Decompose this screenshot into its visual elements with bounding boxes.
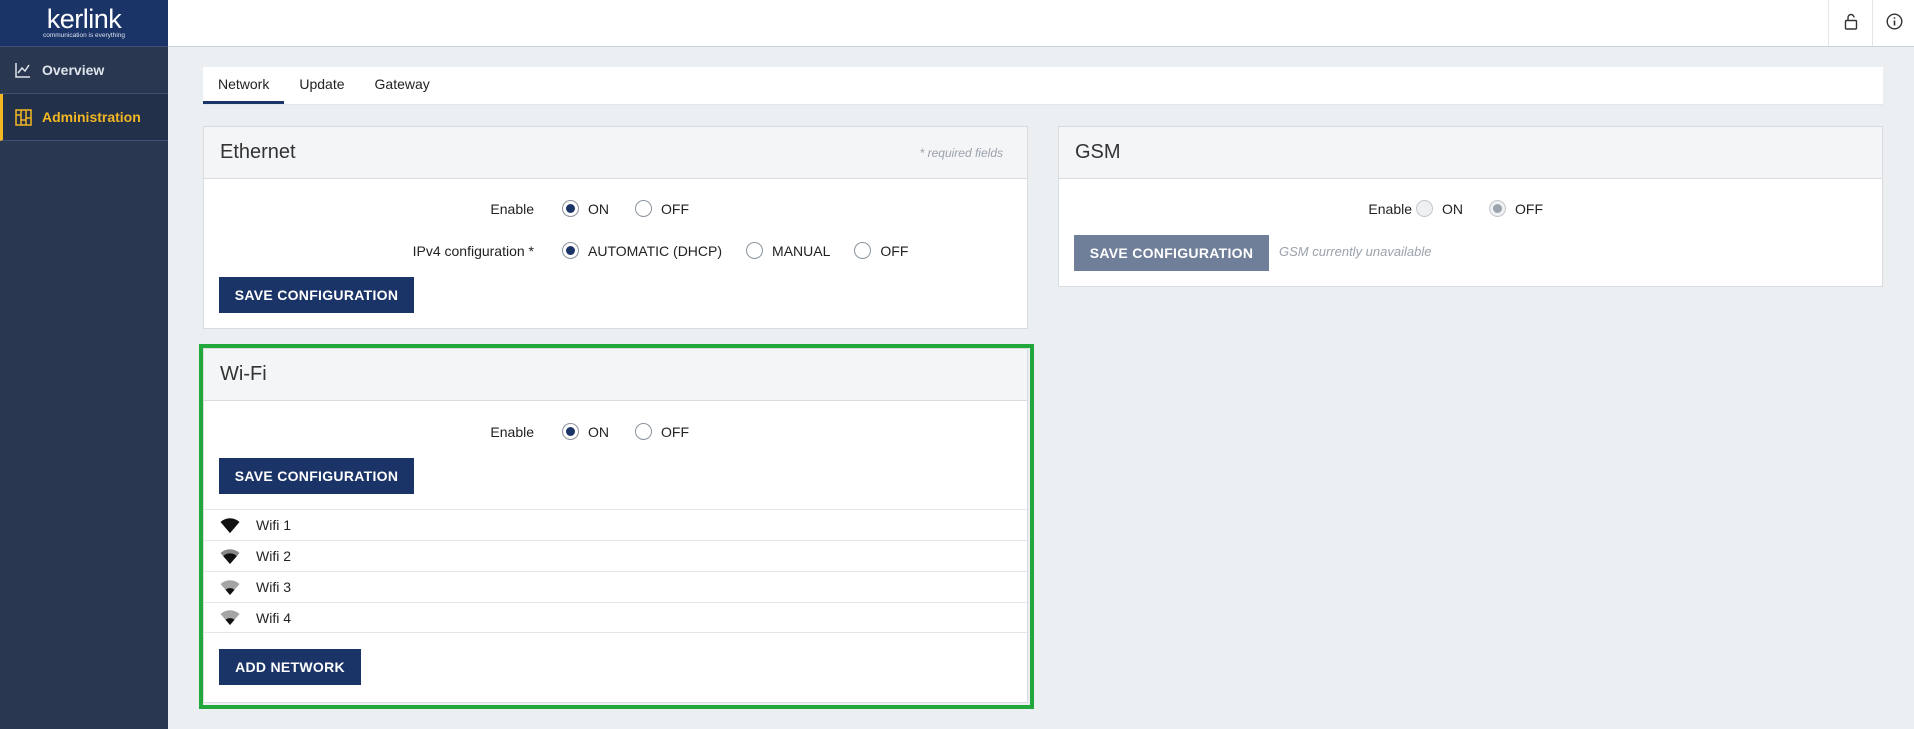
gsm-save-button[interactable]: SAVE CONFIGURATION [1074,235,1269,271]
gsm-enable-label: Enable [1368,201,1412,217]
ethernet-save-button[interactable]: SAVE CONFIGURATION [219,277,414,313]
gsm-header: GSM [1059,127,1882,179]
wifi-signal-icon [220,517,240,533]
sidebar-item-overview[interactable]: Overview [0,47,168,94]
info-icon [1886,13,1903,33]
wifi-network-item[interactable]: Wifi 3 [204,571,1027,602]
wifi-network-item[interactable]: Wifi 4 [204,602,1027,633]
ethernet-header: Ethernet * required fields [204,127,1027,179]
required-note: * required fields [919,145,1003,160]
wifi-network-item[interactable]: Wifi 1 [204,509,1027,540]
wifi-signal-icon [220,579,240,595]
panel-title: GSM [1075,141,1121,163]
sidebar-item-label: Administration [42,109,141,125]
ipv4-manual-radio[interactable]: MANUAL [746,242,830,259]
ethernet-enable-off-radio[interactable]: OFF [635,200,689,217]
tab-network[interactable]: Network [203,67,285,104]
tab-gateway[interactable]: Gateway [360,67,445,104]
wifi-enable-group: ON OFF [562,423,689,440]
wifi-network-name: Wifi 1 [256,517,291,533]
wifi-enable-label: Enable [490,424,534,440]
unlock-icon [1844,13,1858,33]
wifi-network-list: Wifi 1 Wifi 2 Wifi 3 Wifi 4 [204,509,1027,633]
building-icon [14,108,32,126]
wifi-signal-icon [220,610,240,626]
add-network-button[interactable]: ADD NETWORK [219,649,361,685]
wifi-panel: Wi-Fi Enable ON OFF SAVE CONFIGURATION W… [203,348,1028,703]
wifi-network-item[interactable]: Wifi 2 [204,540,1027,571]
radio-indicator [854,242,872,259]
radio-indicator [635,423,652,440]
wifi-enable-off-radio[interactable]: OFF [635,423,689,440]
chart-line-icon [14,61,32,79]
ethernet-enable-group: ON OFF [562,200,689,217]
radio-indicator [635,200,652,217]
wifi-network-name: Wifi 3 [256,579,291,595]
gsm-enable-group: ON OFF [1416,200,1543,217]
info-button[interactable] [1872,0,1914,46]
logo[interactable]: kerlink communication is everything [0,0,168,47]
ethernet-enable-label: Enable [490,201,534,217]
logo-tagline: communication is everything [42,32,125,39]
wifi-header: Wi-Fi [204,349,1027,401]
wifi-save-button[interactable]: SAVE CONFIGURATION [219,458,414,494]
radio-indicator [1416,200,1433,217]
radio-indicator [1489,200,1506,217]
ipv4-config-group: AUTOMATIC (DHCP) MANUAL OFF [562,242,908,259]
sidebar: kerlink communication is everything Over… [0,0,168,729]
panel-title: Ethernet [220,141,296,163]
sidebar-item-administration[interactable]: Administration [0,94,168,141]
ipv4-config-label: IPv4 configuration * [412,243,534,259]
tab-update[interactable]: Update [284,67,359,104]
radio-indicator [562,242,579,259]
ipv4-off-radio[interactable]: OFF [854,242,908,259]
wifi-network-name: Wifi 2 [256,548,291,564]
wifi-enable-on-radio[interactable]: ON [562,423,609,440]
unlock-button[interactable] [1828,0,1872,46]
radio-indicator [746,242,764,259]
ethernet-panel: Ethernet * required fields Enable ON OFF… [203,126,1028,329]
radio-indicator [562,200,579,217]
ipv4-automatic-radio[interactable]: AUTOMATIC (DHCP) [562,242,722,259]
radio-indicator [562,423,579,440]
topbar [168,0,1914,47]
gsm-enable-on-radio[interactable]: ON [1416,200,1463,217]
panel-title: Wi-Fi [220,363,267,385]
logo-word: kerlink [46,4,122,34]
gsm-enable-off-radio[interactable]: OFF [1489,200,1543,217]
wifi-network-name: Wifi 4 [256,609,291,626]
wifi-signal-icon [220,548,240,564]
ethernet-enable-on-radio[interactable]: ON [562,200,609,217]
gsm-panel: GSM Enable ON OFF SAVE CONFIGURATION GSM… [1058,126,1883,287]
tab-bar: Network Update Gateway [203,67,1883,105]
sidebar-item-label: Overview [42,62,105,78]
gsm-unavailable-note: GSM currently unavailable [1279,244,1432,259]
